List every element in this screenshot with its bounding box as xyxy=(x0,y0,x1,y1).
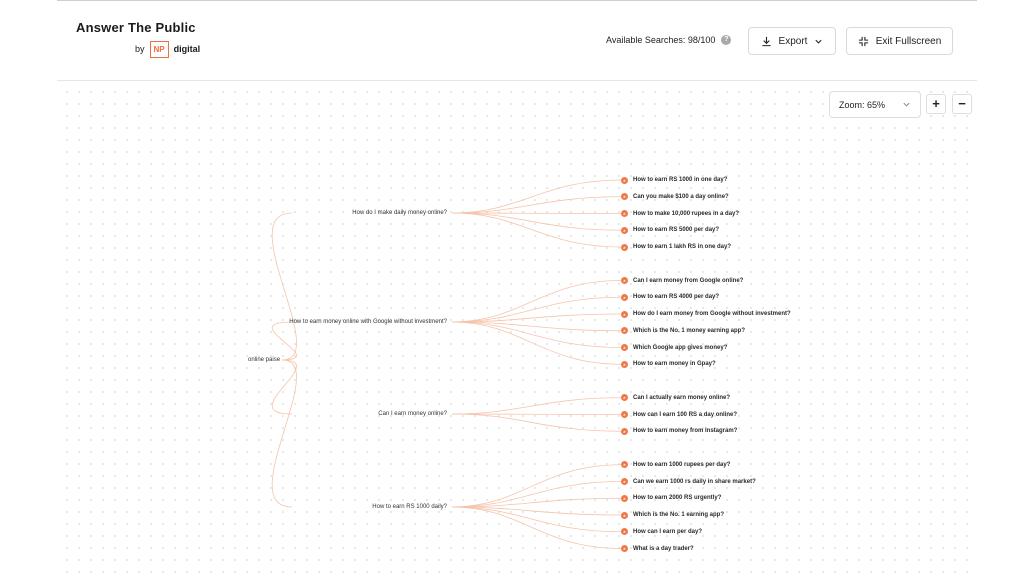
search-icon: ⌕ xyxy=(621,461,628,469)
root-connector xyxy=(271,212,297,361)
question-label: How to earn 1 lakh RS in one day? xyxy=(633,244,732,250)
question-label: Which Google app gives money? xyxy=(633,344,728,351)
root-connector xyxy=(271,359,297,508)
search-icon: ⌕ xyxy=(621,176,628,184)
search-icon: ⌕ xyxy=(621,478,628,485)
leaf-connector xyxy=(451,321,622,348)
question-item[interactable]: ⌕ Can you make $100 a day online? xyxy=(621,192,729,202)
leaf-connector xyxy=(451,212,622,231)
question-label: How to earn RS 5000 per day? xyxy=(633,227,720,234)
leaf-connector xyxy=(451,296,622,323)
search-icon: ⌕ xyxy=(621,210,628,217)
question-label: How to earn RS 1000 in one day? xyxy=(633,177,728,183)
branch-question[interactable]: How do I make daily money online? xyxy=(352,209,447,217)
leaf-connector xyxy=(451,196,622,214)
search-icon: ⌕ xyxy=(621,226,628,234)
question-item[interactable]: ⌕ How to make 10,000 rupees in a day? xyxy=(621,209,739,219)
search-icon: ⌕ xyxy=(621,277,628,284)
search-icon: ⌕ xyxy=(621,344,628,351)
root-keyword: online paise xyxy=(248,357,281,363)
leaf-connector xyxy=(451,506,622,533)
question-tree-connectors xyxy=(271,179,622,549)
question-item[interactable]: ⌕ How to earn RS 5000 per day? xyxy=(621,225,719,235)
question-label: How to earn 1000 rupees per day? xyxy=(633,461,731,468)
search-icon: ⌕ xyxy=(621,310,628,318)
branch-question[interactable]: How to earn money online with Google wit… xyxy=(289,318,447,326)
question-label: Which is the No. 1 money earning app? xyxy=(633,327,746,334)
root-connector xyxy=(271,359,297,415)
question-label: How do I earn money from Google without … xyxy=(633,311,791,317)
question-item[interactable]: ⌕ How to earn 2000 RS urgently? xyxy=(621,493,721,503)
question-item[interactable]: ⌕ How do I earn money from Google without… xyxy=(621,309,791,319)
branch-question[interactable]: How to earn RS 1000 daily? xyxy=(372,503,447,511)
question-label: Can I earn money from Google online? xyxy=(633,277,744,284)
question-label: How to earn money in Gpay? xyxy=(633,361,716,368)
leaf-connector xyxy=(451,506,622,549)
leaf-connector xyxy=(451,321,622,365)
question-item[interactable]: ⌕ Which is the No. 1 money earning app? xyxy=(621,326,745,336)
question-item[interactable]: ⌕ How to earn RS 4000 per day? xyxy=(621,292,719,302)
search-icon: ⌕ xyxy=(621,394,628,402)
search-icon: ⌕ xyxy=(621,511,628,519)
question-item[interactable]: ⌕ Can I earn money from Google online? xyxy=(621,276,743,286)
leaf-connector xyxy=(451,413,622,432)
search-icon: ⌕ xyxy=(621,528,628,536)
search-icon: ⌕ xyxy=(621,293,628,301)
question-item[interactable]: ⌕ How can I earn 100 RS a day online? xyxy=(621,410,737,420)
question-item[interactable]: ⌕ How to earn money from Instagram? xyxy=(621,426,737,436)
question-label: Which is the No. 1 earning app? xyxy=(633,512,725,518)
branch-question[interactable]: Can I earn money online? xyxy=(378,410,447,418)
root-connector xyxy=(271,321,297,361)
search-icon: ⌕ xyxy=(621,327,628,335)
leaf-connector xyxy=(451,397,622,415)
question-label: How to earn RS 4000 per day? xyxy=(633,294,720,301)
question-item[interactable]: ⌕ How to earn money in Gpay? xyxy=(621,359,716,369)
question-label: Can I actually earn money online? xyxy=(633,394,731,401)
question-item[interactable]: ⌕ How to earn RS 1000 in one day? xyxy=(621,175,727,185)
question-label: Can we earn 1000 rs daily in share marke… xyxy=(633,478,756,485)
leaf-connector xyxy=(451,280,622,323)
question-label: How to earn 2000 RS urgently? xyxy=(633,495,722,502)
question-item[interactable]: ⌕ How to earn 1000 rupees per day? xyxy=(621,460,730,470)
search-icon: ⌕ xyxy=(621,243,628,251)
search-icon: ⌕ xyxy=(621,360,628,368)
search-icon: ⌕ xyxy=(621,193,628,201)
question-label: Can you make $100 a day online? xyxy=(633,193,729,200)
question-label: How to make 10,000 rupees in a day? xyxy=(633,210,740,217)
leaf-connector xyxy=(451,481,622,508)
leaf-connector xyxy=(451,179,622,214)
leaf-connector xyxy=(451,212,622,214)
question-item[interactable]: ⌕ Can I actually earn money online? xyxy=(621,393,730,403)
search-icon: ⌕ xyxy=(621,545,628,552)
question-label: How to earn money from Instagram? xyxy=(633,428,738,435)
question-item[interactable]: ⌕ How to earn 1 lakh RS in one day? xyxy=(621,242,731,252)
search-icon: ⌕ xyxy=(621,427,628,435)
question-label: What is a day trader? xyxy=(633,545,694,552)
question-item[interactable]: ⌕ How can I earn per day? xyxy=(621,527,702,537)
question-item[interactable]: ⌕ Which is the No. 1 earning app? xyxy=(621,510,724,520)
question-item[interactable]: ⌕ Can we earn 1000 rs daily in share mark… xyxy=(621,477,756,487)
leaf-connector xyxy=(451,413,622,415)
question-item[interactable]: ⌕ Which Google app gives money? xyxy=(621,343,727,353)
question-item[interactable]: ⌕ What is a day trader? xyxy=(621,544,694,554)
question-label: How can I earn per day? xyxy=(633,528,703,535)
search-icon: ⌕ xyxy=(621,411,628,418)
question-label: How can I earn 100 RS a day online? xyxy=(633,411,738,418)
search-icon: ⌕ xyxy=(621,494,628,502)
leaf-connector xyxy=(451,464,622,508)
